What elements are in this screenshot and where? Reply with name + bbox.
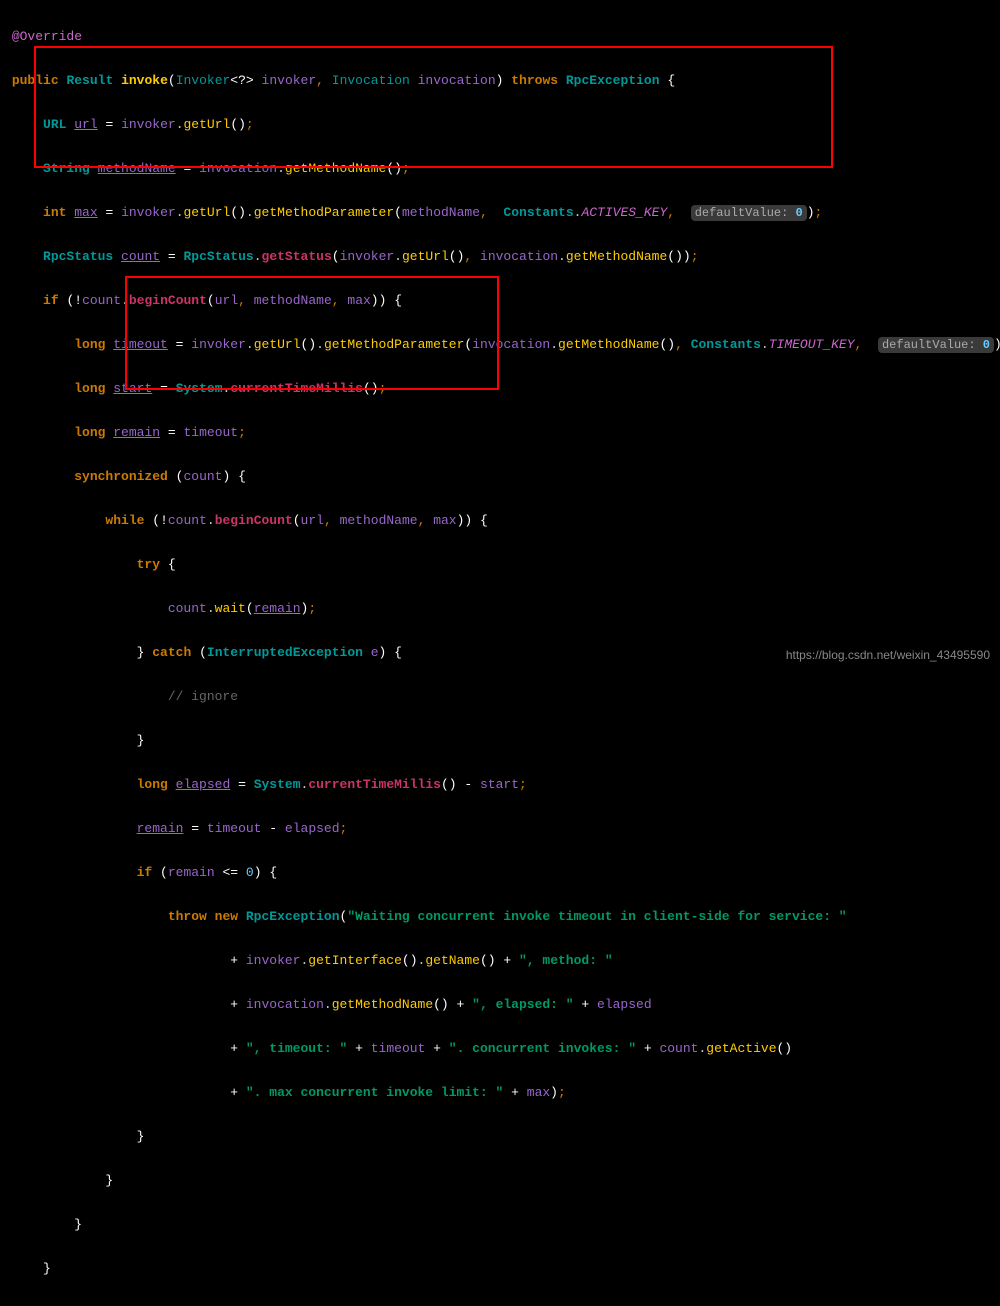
code-line: long timeout = invoker.getUrl().getMetho… — [4, 334, 996, 356]
code-line: + invoker.getInterface().getName() + ", … — [4, 950, 996, 972]
code-line: while (!count.beginCount(url, methodName… — [4, 510, 996, 532]
watermark: https://blog.csdn.net/weixin_43495590 — [786, 644, 990, 666]
code-line: int max = invoker.getUrl().getMethodPara… — [4, 202, 996, 224]
code-line: try { — [4, 554, 996, 576]
code-line: long remain = timeout; — [4, 422, 996, 444]
code-line: } — [4, 1126, 996, 1148]
code-line: } — [4, 730, 996, 752]
code-line: public Result invoke(Invoker<?> invoker,… — [4, 70, 996, 92]
code-line: } — [4, 1214, 996, 1236]
code-line: if (!count.beginCount(url, methodName, m… — [4, 290, 996, 312]
code-line: if (remain <= 0) { — [4, 862, 996, 884]
code-line: + invocation.getMethodName() + ", elapse… — [4, 994, 996, 1016]
code-line: URL url = invoker.getUrl(); — [4, 114, 996, 136]
code-line: remain = timeout - elapsed; — [4, 818, 996, 840]
code-line: // ignore — [4, 686, 996, 708]
code-line: synchronized (count) { — [4, 466, 996, 488]
code-line: + ". max concurrent invoke limit: " + ma… — [4, 1082, 996, 1104]
code-line: throw new RpcException("Waiting concurre… — [4, 906, 996, 928]
param-hint: defaultValue: 0 — [691, 205, 807, 221]
code-line: } — [4, 1170, 996, 1192]
code-line: long elapsed = System.currentTimeMillis(… — [4, 774, 996, 796]
code-line: count.wait(remain); — [4, 598, 996, 620]
code-line: + ", timeout: " + timeout + ". concurren… — [4, 1038, 996, 1060]
annotation: @Override — [12, 29, 82, 44]
code-line: long start = System.currentTimeMillis(); — [4, 378, 996, 400]
code-line: @Override — [4, 26, 996, 48]
code-line: } — [4, 1258, 996, 1280]
code-line: String methodName = invocation.getMethod… — [4, 158, 996, 180]
code-line: RpcStatus count = RpcStatus.getStatus(in… — [4, 246, 996, 268]
param-hint: defaultValue: 0 — [878, 337, 994, 353]
